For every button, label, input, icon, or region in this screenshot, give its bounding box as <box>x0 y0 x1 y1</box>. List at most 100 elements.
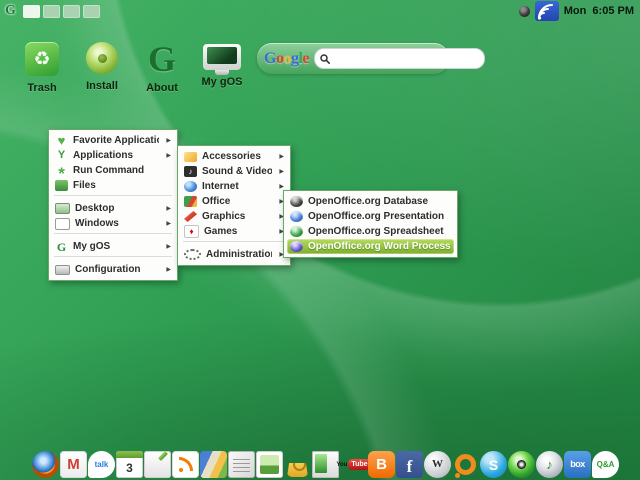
menu-item-administration[interactable]: Administration▶ <box>181 247 287 262</box>
menu-item-label: Configuration <box>75 264 159 275</box>
menu-item-oo-spreadsheet[interactable]: OpenOffice.org Spreadsheet <box>287 224 454 239</box>
search-input[interactable] <box>333 51 479 67</box>
menu-item-my-gos[interactable]: G My gOS ▶ <box>52 239 174 254</box>
dock-xine-icon[interactable] <box>508 451 535 478</box>
menu-item-label: Applications <box>73 150 159 161</box>
dock-gmail-icon[interactable]: M <box>60 451 87 478</box>
dock-google-talk-icon[interactable]: talk <box>88 451 115 478</box>
menu-item-oo-presentation[interactable]: OpenOffice.org Presentation <box>287 209 454 224</box>
gos-menu-logo-icon[interactable]: G <box>5 3 16 19</box>
desktop-icons: ♻Trash Install GAboutMy gOS <box>12 42 252 94</box>
dock-google-news-icon[interactable] <box>228 451 255 478</box>
sound-video-icon: ♪ <box>184 166 197 177</box>
system-tray: Mon 6:05 PM <box>519 0 634 22</box>
google-logo-letter: e <box>302 50 309 67</box>
menu-item-windows[interactable]: Windows▶ <box>52 216 174 231</box>
menu-item-applications[interactable]: YApplications▶ <box>52 148 174 163</box>
menu-item-oo-word-processor[interactable]: OpenOffice.org Word Processor <box>287 239 454 254</box>
menu-item-accessories[interactable]: Accessories▶ <box>181 149 287 164</box>
favorite-applications-icon: ♥ <box>55 135 68 147</box>
menu-item-sound-video[interactable]: ♪ Sound & Video ▶ <box>181 164 287 179</box>
desktop-icon-mygos[interactable]: My gOS <box>192 42 252 94</box>
workspace-4[interactable] <box>83 5 100 18</box>
submenu-arrow-icon: ▶ <box>166 266 171 273</box>
menu-item-configuration[interactable]: Configuration ▶ <box>52 262 174 277</box>
menu-item-games[interactable]: ♦Games▶ <box>181 224 287 239</box>
oo-database-icon <box>290 196 303 207</box>
desktop-icon-trash[interactable]: ♻Trash <box>12 42 72 94</box>
menu-item-graphics[interactable]: Graphics▶ <box>181 209 287 224</box>
menu-item-desktop[interactable]: Desktop▶ <box>52 201 174 216</box>
dock-google-shopping-icon[interactable] <box>287 459 308 477</box>
menu-item-office[interactable]: Office▶ <box>181 194 287 209</box>
office-icon <box>184 196 197 207</box>
menu-item-label: Internet <box>202 181 272 192</box>
search-box[interactable] <box>314 48 485 69</box>
dock-youtube-icon[interactable]: YouTube <box>340 451 367 478</box>
workspace-3[interactable] <box>63 5 80 18</box>
install-icon <box>86 42 118 74</box>
menu-item-label: OpenOffice.org Presentation <box>308 211 451 222</box>
dock-google-calendar-icon[interactable]: 3 <box>116 451 143 478</box>
submenu-arrow-icon: ▶ <box>166 243 171 250</box>
workspace-2[interactable] <box>43 5 60 18</box>
menu-separator <box>54 195 172 199</box>
wifi-arcs <box>535 1 559 21</box>
mygos-icon <box>203 44 241 70</box>
oo-word-processor-icon <box>290 241 303 252</box>
dock-faqly-icon[interactable]: Q&A <box>592 451 619 478</box>
menu-separator <box>183 241 285 245</box>
desktop-icon-about[interactable]: GAbout <box>132 42 192 94</box>
applications-icon: Y <box>55 150 68 162</box>
youtube-text: You <box>336 462 347 468</box>
menu-separator <box>54 233 172 237</box>
google-search-widget: Google <box>257 43 449 74</box>
menu-item-label: OpenOffice.org Database <box>308 196 451 207</box>
dock-meebo-icon[interactable] <box>452 451 479 478</box>
dock-google-reader-icon[interactable] <box>172 451 199 478</box>
faqly-glyph: Q&A <box>597 461 615 469</box>
dock-gos-apps-icon[interactable] <box>312 451 339 478</box>
menu-item-internet[interactable]: Internet ▶ <box>181 179 287 194</box>
menu-item-run-command[interactable]: *Run Command <box>52 163 174 178</box>
google-talk-glyph: talk <box>95 461 109 469</box>
configuration-icon <box>55 265 70 275</box>
facebook-glyph: f <box>407 458 413 475</box>
dock-blogger-icon[interactable]: B <box>368 451 395 478</box>
dock-box-icon[interactable]: box <box>564 451 591 478</box>
menu-item-label: Sound & Video <box>202 166 272 177</box>
workspace-1[interactable] <box>23 5 40 18</box>
submenu-arrow-icon: ▶ <box>166 205 171 212</box>
workspace-pager[interactable] <box>23 5 100 18</box>
desktop-icon <box>55 203 70 214</box>
submenu-arrow-icon: ▶ <box>279 168 284 175</box>
menu-item-favorite-applications[interactable]: ♥Favorite Applications▶ <box>52 133 174 148</box>
desktop-icon-install[interactable]: Install <box>72 42 132 94</box>
graphics-icon <box>184 211 197 222</box>
submenu-arrow-icon: ▶ <box>279 183 284 190</box>
menu-item-label: My gOS <box>73 241 159 252</box>
dock-google-docs-icon[interactable] <box>144 451 171 478</box>
volume-icon[interactable] <box>519 6 530 17</box>
menu-item-files[interactable]: Files <box>52 178 174 193</box>
dock-google-maps-icon[interactable] <box>200 451 227 478</box>
menu-item-label: Accessories <box>202 151 272 162</box>
dock-wikipedia-icon[interactable]: W <box>424 451 451 478</box>
my-gos-icon: G <box>55 241 68 253</box>
dock-google-photos-icon[interactable] <box>256 451 283 478</box>
oo-presentation-icon <box>290 211 303 222</box>
dock-skype-icon[interactable]: S <box>480 451 507 478</box>
menu-item-label: OpenOffice.org Word Processor <box>308 241 451 252</box>
desktop-icon-label: Install <box>86 80 118 92</box>
menu-item-label: OpenOffice.org Spreadsheet <box>308 226 451 237</box>
network-wifi-icon[interactable] <box>535 1 559 21</box>
dock-facebook-icon[interactable]: f <box>396 451 423 478</box>
dock-rhythmbox-icon[interactable]: ♪ <box>536 451 563 478</box>
about-icon: G <box>145 42 179 76</box>
dock: Mtalk 3 YouTubeBfW S ♪box Q&A <box>32 451 619 478</box>
menu-item-label: Files <box>73 180 171 191</box>
main-menu: ♥Favorite Applications▶ Y Applications ▶ *Ru… <box>48 129 178 281</box>
menu-item-oo-database[interactable]: OpenOffice.org Database <box>287 194 454 209</box>
office-submenu: OpenOffice.org Database OpenOffice.org Pr… <box>283 190 458 258</box>
dock-firefox-icon[interactable] <box>32 451 59 478</box>
